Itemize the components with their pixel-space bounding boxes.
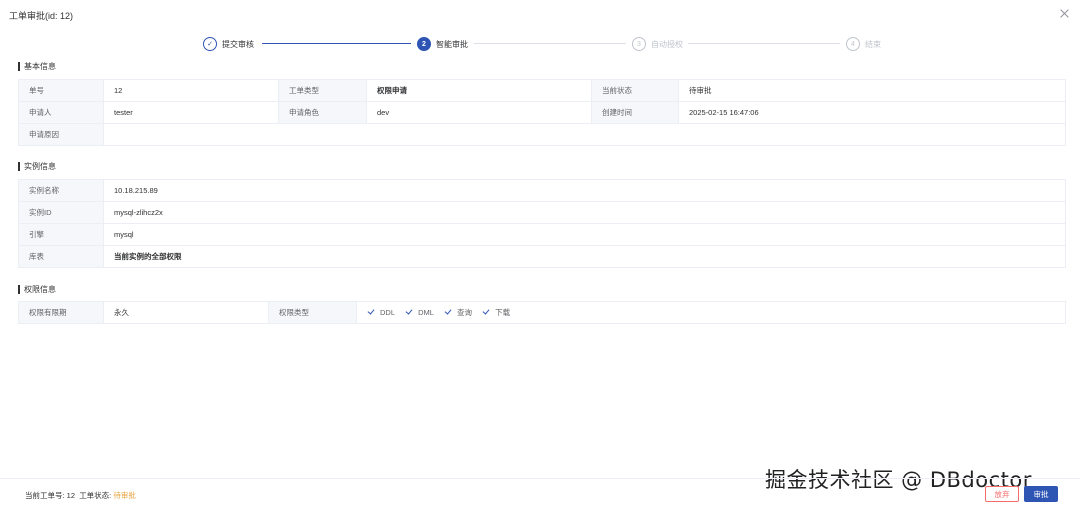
close-icon[interactable] xyxy=(1059,8,1071,20)
instance-id-value: mysql-zlihcz2x xyxy=(103,201,1066,224)
dialog-title: 工单审批(id: 12) xyxy=(9,11,74,21)
step-connector xyxy=(262,43,411,44)
instance-name-label: 实例名称 xyxy=(18,179,104,202)
order-no-value: 12 xyxy=(103,79,279,102)
engine-label: 引擎 xyxy=(18,223,104,246)
abandon-button[interactable]: 放弃 xyxy=(985,486,1019,502)
approve-button[interactable]: 审批 xyxy=(1024,486,1058,502)
step-connector xyxy=(688,43,840,44)
step-submit: ✓ 提交审核 xyxy=(203,36,254,52)
order-no-label: 单号 xyxy=(18,79,104,102)
current-status-value: 待审批 xyxy=(678,79,1066,102)
step-connector xyxy=(474,43,626,44)
order-status-value: 待审批 xyxy=(113,491,136,500)
applicant-label: 申请人 xyxy=(18,101,104,124)
progress-steps: ✓ 提交审核 2 智能审批 3 自动授权 4 结束 xyxy=(0,36,1080,54)
current-status-label: 当前状态 xyxy=(591,79,679,102)
step-auto-grant: 3 自动授权 xyxy=(632,36,683,52)
current-order-text: 当前工单号: 12 xyxy=(25,491,76,500)
step-smart-review: 2 智能审批 xyxy=(417,36,468,52)
database-label: 库表 xyxy=(18,245,104,268)
validity-value: 永久 xyxy=(103,301,269,324)
check-icon xyxy=(482,308,490,316)
created-time-value: 2025-02-15 16:47:06 xyxy=(678,101,1066,124)
check-icon xyxy=(405,308,413,316)
applicant-value: tester xyxy=(103,101,279,124)
section-title-permission: 权限信息 xyxy=(18,285,56,294)
reason-value xyxy=(103,123,1066,146)
basic-info-table: 单号 12 工单类型 权限申请 当前状态 待审批 申请人 tester 申请角色… xyxy=(18,79,1066,146)
database-value: 当前实例的全部权限 xyxy=(103,245,1066,268)
step-label: 自动授权 xyxy=(651,39,683,49)
step-label: 智能审批 xyxy=(436,39,468,49)
role-value: dev xyxy=(366,101,592,124)
step-label: 提交审核 xyxy=(222,39,254,49)
permission-type-checks: DDL DML 查询 下载 xyxy=(356,301,1066,324)
role-label: 申请角色 xyxy=(278,101,367,124)
checkbox-dml[interactable]: DML xyxy=(405,308,434,317)
checkbox-query[interactable]: 查询 xyxy=(444,307,472,318)
section-title-instance: 实例信息 xyxy=(18,162,56,171)
order-status-prefix: 工单状态: xyxy=(79,491,114,500)
check-icon xyxy=(444,308,452,316)
permission-info-table: 权限有限期 永久 权限类型 DDL DML 查询 下载 xyxy=(18,301,1066,324)
validity-label: 权限有限期 xyxy=(18,301,104,324)
check-icon xyxy=(367,308,375,316)
instance-info-table: 实例名称 10.18.215.89 实例ID mysql-zlihcz2x 引擎… xyxy=(18,179,1066,268)
checkbox-download[interactable]: 下载 xyxy=(482,307,510,318)
permission-type-label: 权限类型 xyxy=(268,301,357,324)
step-number: 2 xyxy=(417,37,431,51)
engine-value: mysql xyxy=(103,223,1066,246)
dialog-footer: 当前工单号: 12 工单状态: 待审批 放弃 审批 xyxy=(0,478,1080,507)
instance-name-value: 10.18.215.89 xyxy=(103,179,1066,202)
step-end: 4 结束 xyxy=(846,36,881,52)
step-number: 3 xyxy=(632,37,646,51)
reason-label: 申请原因 xyxy=(18,123,104,146)
order-type-label: 工单类型 xyxy=(278,79,367,102)
checkbox-ddl[interactable]: DDL xyxy=(367,308,395,317)
footer-status: 当前工单号: 12 工单状态: 待审批 xyxy=(25,490,136,501)
check-icon: ✓ xyxy=(203,37,217,51)
section-title-basic: 基本信息 xyxy=(18,62,56,71)
step-number: 4 xyxy=(846,37,860,51)
dialog-header: 工单审批(id: 12) xyxy=(0,0,1080,28)
instance-id-label: 实例ID xyxy=(18,201,104,224)
order-type-value: 权限申请 xyxy=(366,79,592,102)
created-time-label: 创建时间 xyxy=(591,101,679,124)
step-label: 结束 xyxy=(865,39,881,49)
